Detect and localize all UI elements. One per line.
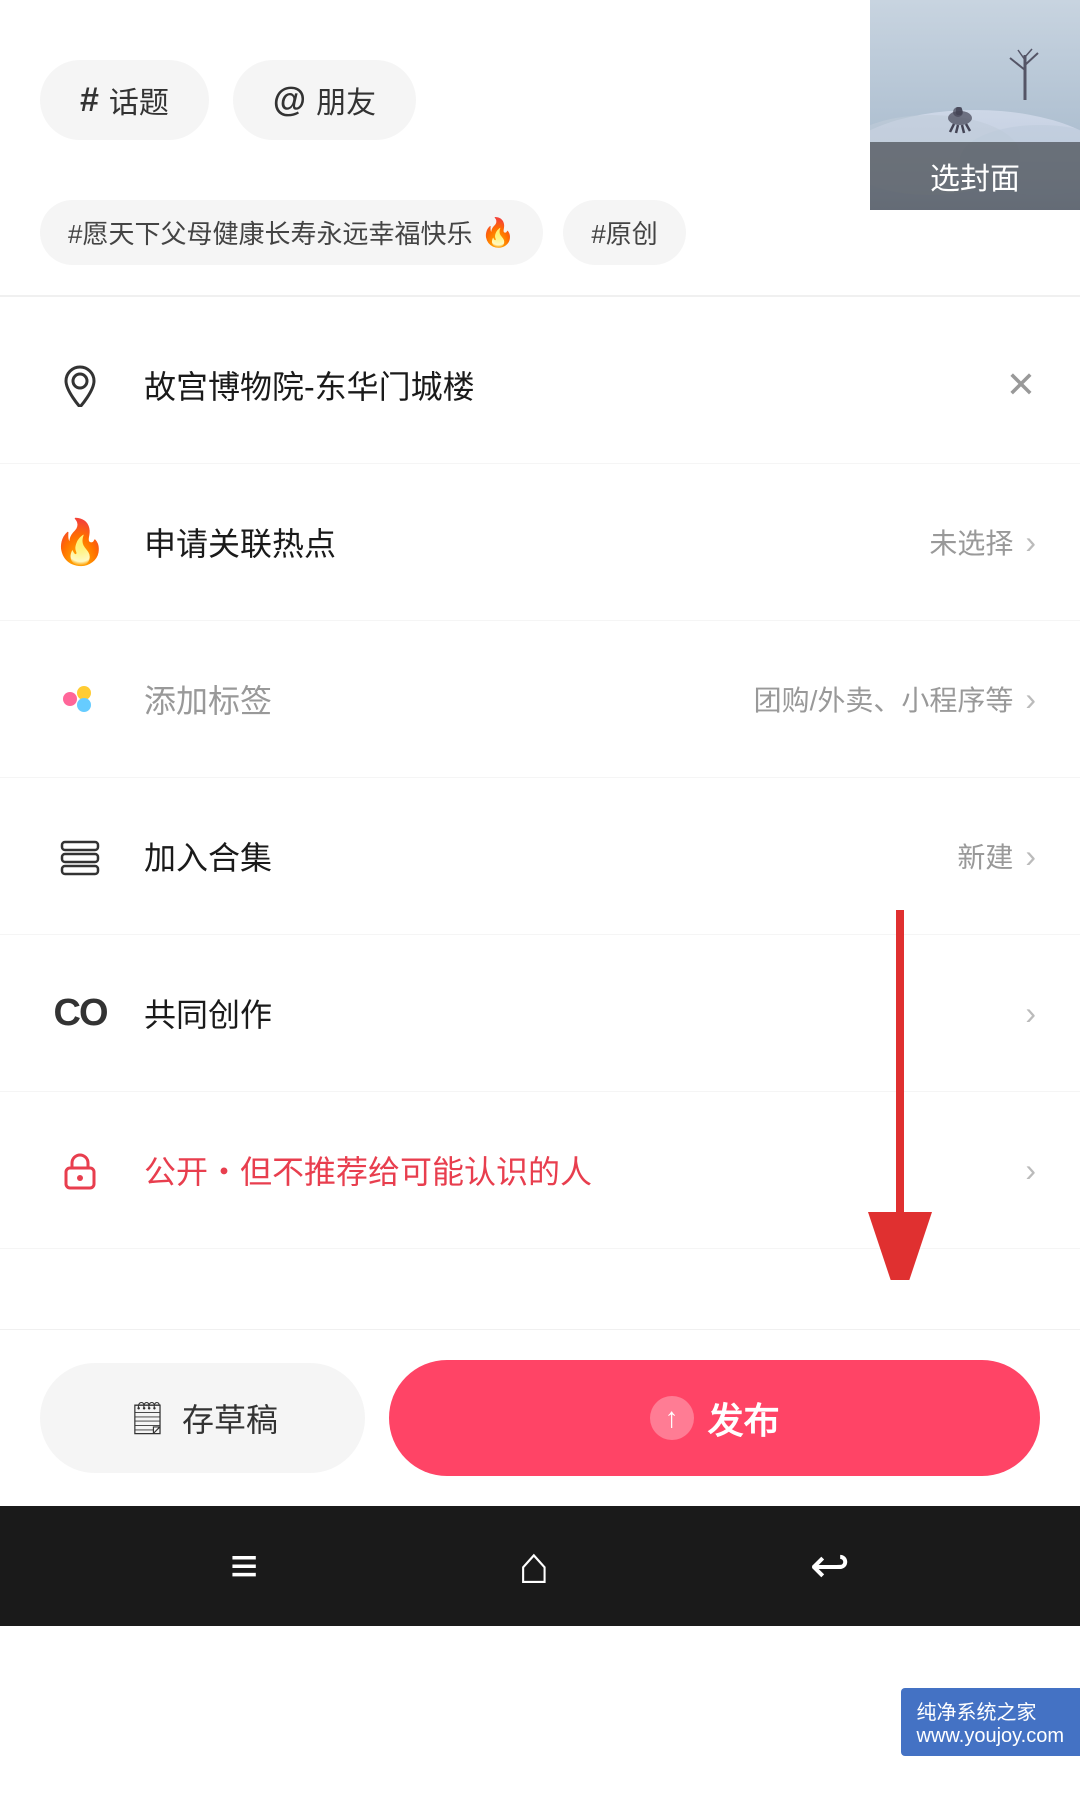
hash-symbol: # xyxy=(80,81,99,120)
privacy-menu-item[interactable]: 公开・但不推荐给可能认识的人 › xyxy=(0,1092,1080,1249)
location-close-button[interactable]: ✕ xyxy=(1006,364,1036,406)
stack-icon xyxy=(44,820,116,892)
hotspot-menu-item[interactable]: 🔥 申请关联热点 未选择 › xyxy=(0,464,1080,621)
dots-icon xyxy=(44,663,116,735)
tags-chevron: › xyxy=(1025,681,1036,718)
hotspot-label: 申请关联热点 xyxy=(144,519,929,565)
publish-up-icon: ↑ xyxy=(650,1396,694,1440)
at-symbol: @ xyxy=(273,81,306,120)
nav-back-icon[interactable]: ↩ xyxy=(810,1538,850,1594)
cocreate-label: 共同创作 xyxy=(144,990,1025,1036)
hashtag-chip-2[interactable]: #原创 xyxy=(563,200,685,265)
tags-menu-item[interactable]: 添加标签 团购/外卖、小程序等 › xyxy=(0,621,1080,778)
privacy-label: 公开・但不推荐给可能认识的人 xyxy=(144,1147,1025,1193)
publish-label: 发布 xyxy=(708,1392,780,1444)
topic-label: 话题 xyxy=(109,78,169,122)
draft-label: 存草稿 xyxy=(182,1395,278,1441)
spacer xyxy=(0,1249,1080,1309)
lock-icon xyxy=(44,1134,116,1206)
fire-icon: 🔥 xyxy=(44,506,116,578)
cover-image-area[interactable]: 选封面 xyxy=(870,0,1080,210)
android-nav-bar: ≡ ⌂ ↩ xyxy=(0,1506,1080,1626)
watermark-line1: 纯净系统之家 xyxy=(917,1696,1064,1725)
draft-icon: 🗒 xyxy=(127,1399,168,1437)
privacy-chevron: › xyxy=(1025,1152,1036,1189)
friend-button[interactable]: @ 朋友 xyxy=(233,60,416,140)
collection-label: 加入合集 xyxy=(144,833,957,879)
collection-menu-item[interactable]: 加入合集 新建 › xyxy=(0,778,1080,935)
hotspot-chevron: › xyxy=(1025,524,1036,561)
watermark: 纯净系统之家 www.youjoy.com xyxy=(901,1688,1080,1756)
location-menu-item[interactable]: 故宫博物院-东华门城楼 ✕ xyxy=(0,307,1080,464)
tags-label: 添加标签 xyxy=(144,676,754,722)
nav-menu-icon[interactable]: ≡ xyxy=(230,1539,258,1594)
friend-label: 朋友 xyxy=(316,78,376,122)
cover-overlay: 选封面 xyxy=(870,142,1080,210)
watermark-line2: www.youjoy.com xyxy=(917,1725,1064,1748)
hashtag-text-1: #愿天下父母健康长寿永远幸福快乐 xyxy=(68,214,472,251)
hotspot-value: 未选择 xyxy=(929,522,1013,562)
nav-home-icon[interactable]: ⌂ xyxy=(518,1536,549,1596)
location-label: 故宫博物院-东华门城楼 xyxy=(144,362,1006,408)
hashtag-text-2: #原创 xyxy=(591,214,657,251)
draft-button[interactable]: 🗒 存草稿 xyxy=(40,1363,365,1473)
topic-button[interactable]: # 话题 xyxy=(40,60,209,140)
collection-chevron: › xyxy=(1025,838,1036,875)
fire-emoji-1: 🔥 xyxy=(480,216,515,249)
cocreate-menu-item[interactable]: CO 共同创作 › xyxy=(0,935,1080,1092)
location-icon xyxy=(44,349,116,421)
bottom-action-bar: 🗒 存草稿 ↑ 发布 xyxy=(0,1329,1080,1506)
divider-1 xyxy=(0,295,1080,297)
hashtag-chip-1[interactable]: #愿天下父母健康长寿永远幸福快乐 🔥 xyxy=(40,200,543,265)
cover-label: 选封面 xyxy=(930,163,1020,196)
collection-value: 新建 xyxy=(957,836,1013,876)
cocreate-chevron: › xyxy=(1025,995,1036,1032)
tags-value: 团购/外卖、小程序等 xyxy=(754,679,1014,719)
publish-button[interactable]: ↑ 发布 xyxy=(389,1360,1040,1476)
co-icon: CO xyxy=(44,977,116,1049)
